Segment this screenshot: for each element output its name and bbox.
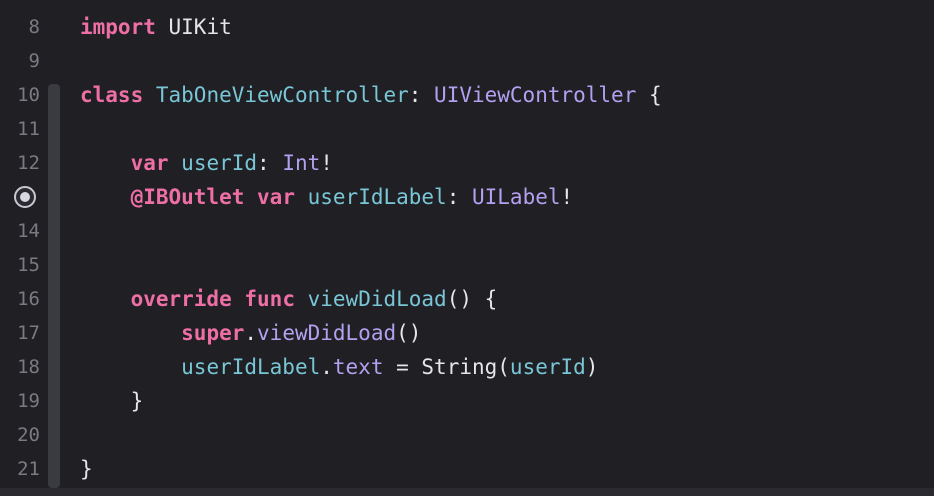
line-number: 14 (17, 220, 40, 242)
line-number: 9 (28, 50, 40, 72)
code-line[interactable]: 11 (0, 112, 934, 146)
code-token: () (396, 321, 422, 345)
line-number: 19 (17, 390, 40, 412)
code-line[interactable]: 8 import UIKit (0, 10, 934, 44)
code-line[interactable]: 21} (0, 452, 934, 486)
code-token: UIKit (168, 15, 232, 39)
code-token: ( (497, 355, 510, 379)
line-number: 20 (17, 424, 40, 446)
code-token: : (408, 83, 435, 107)
line-number: 21 (17, 458, 40, 480)
line-code: override func viewDidLoad() { (80, 282, 498, 316)
code-token: : (446, 185, 472, 209)
code-token: { (636, 83, 662, 107)
code-token: } (80, 457, 93, 481)
editor-bottom-strip (0, 488, 934, 496)
code-token: userIdLabel (307, 185, 447, 209)
line-number: 10 (17, 84, 40, 106)
code-token: TabOneViewController (155, 83, 409, 107)
code-editor[interactable]: 8 import UIKit 9 10 class TabOneViewControll… (0, 0, 934, 496)
outlet-connected-icon[interactable] (14, 186, 36, 208)
code-line[interactable]: 10 class TabOneViewController: UIViewCont… (0, 78, 934, 112)
code-token: super (181, 321, 245, 345)
code-token: ! (560, 185, 574, 209)
code-token: UIViewController (434, 83, 637, 107)
line-code: class TabOneViewController: UIViewContro… (80, 78, 662, 112)
code-token: viewDidLoad (257, 321, 397, 345)
code-token: override (130, 287, 232, 311)
code-token: @IBOutlet (130, 185, 245, 209)
line-number: 16 (17, 288, 40, 310)
code-line[interactable]: 19 } (0, 384, 934, 418)
code-token: Int (282, 151, 321, 175)
code-token: UILabel (472, 185, 561, 209)
code-token: . (244, 321, 258, 345)
code-line[interactable]: 14 (0, 214, 934, 248)
code-token: () { (446, 287, 498, 311)
code-token: ) (585, 355, 599, 379)
line-code: } (80, 384, 144, 418)
code-token: var (257, 185, 295, 209)
line-number: 8 (28, 16, 40, 38)
code-token: viewDidLoad (307, 287, 447, 311)
code-token: userIdLabel (181, 355, 321, 379)
code-line[interactable]: 16 override func viewDidLoad() { (0, 282, 934, 316)
line-code: import UIKit (80, 10, 232, 44)
line-code: var userId: Int! (80, 146, 333, 180)
code-token: func (244, 287, 295, 311)
code-line[interactable]: 18 userIdLabel.text = String(userId) (0, 350, 934, 384)
code-token: = (383, 355, 422, 379)
code-line[interactable]: 17 super.viewDidLoad() (0, 316, 934, 350)
line-number: 17 (17, 322, 40, 344)
code-token: class (80, 83, 144, 107)
code-token: import (80, 15, 156, 39)
line-code: super.viewDidLoad() (80, 316, 421, 350)
line-number: 18 (17, 356, 40, 378)
code-line[interactable]: 9 (0, 44, 934, 78)
line-number: 11 (17, 118, 40, 140)
line-code: } (80, 452, 93, 486)
code-token: : (257, 151, 283, 175)
code-token: text (332, 355, 384, 379)
line-number: 15 (17, 254, 40, 276)
line-code: userIdLabel.text = String(userId) (80, 350, 598, 384)
code-token: var (130, 151, 169, 175)
code-line[interactable]: @IBOutlet var userIdLabel: UILabel! (0, 180, 934, 214)
line-code: @IBOutlet var userIdLabel: UILabel! (80, 180, 574, 214)
code-token: String (421, 355, 498, 379)
line-number: 12 (17, 152, 40, 174)
code-token: } (130, 389, 144, 413)
code-token: userId (181, 151, 258, 175)
code-token: . (320, 355, 333, 379)
code-token: ! (320, 151, 333, 175)
code-line[interactable]: 15 (0, 248, 934, 282)
code-line[interactable]: 12 var userId: Int! (0, 146, 934, 180)
code-line[interactable]: 20 (0, 418, 934, 452)
code-token: userId (509, 355, 586, 379)
